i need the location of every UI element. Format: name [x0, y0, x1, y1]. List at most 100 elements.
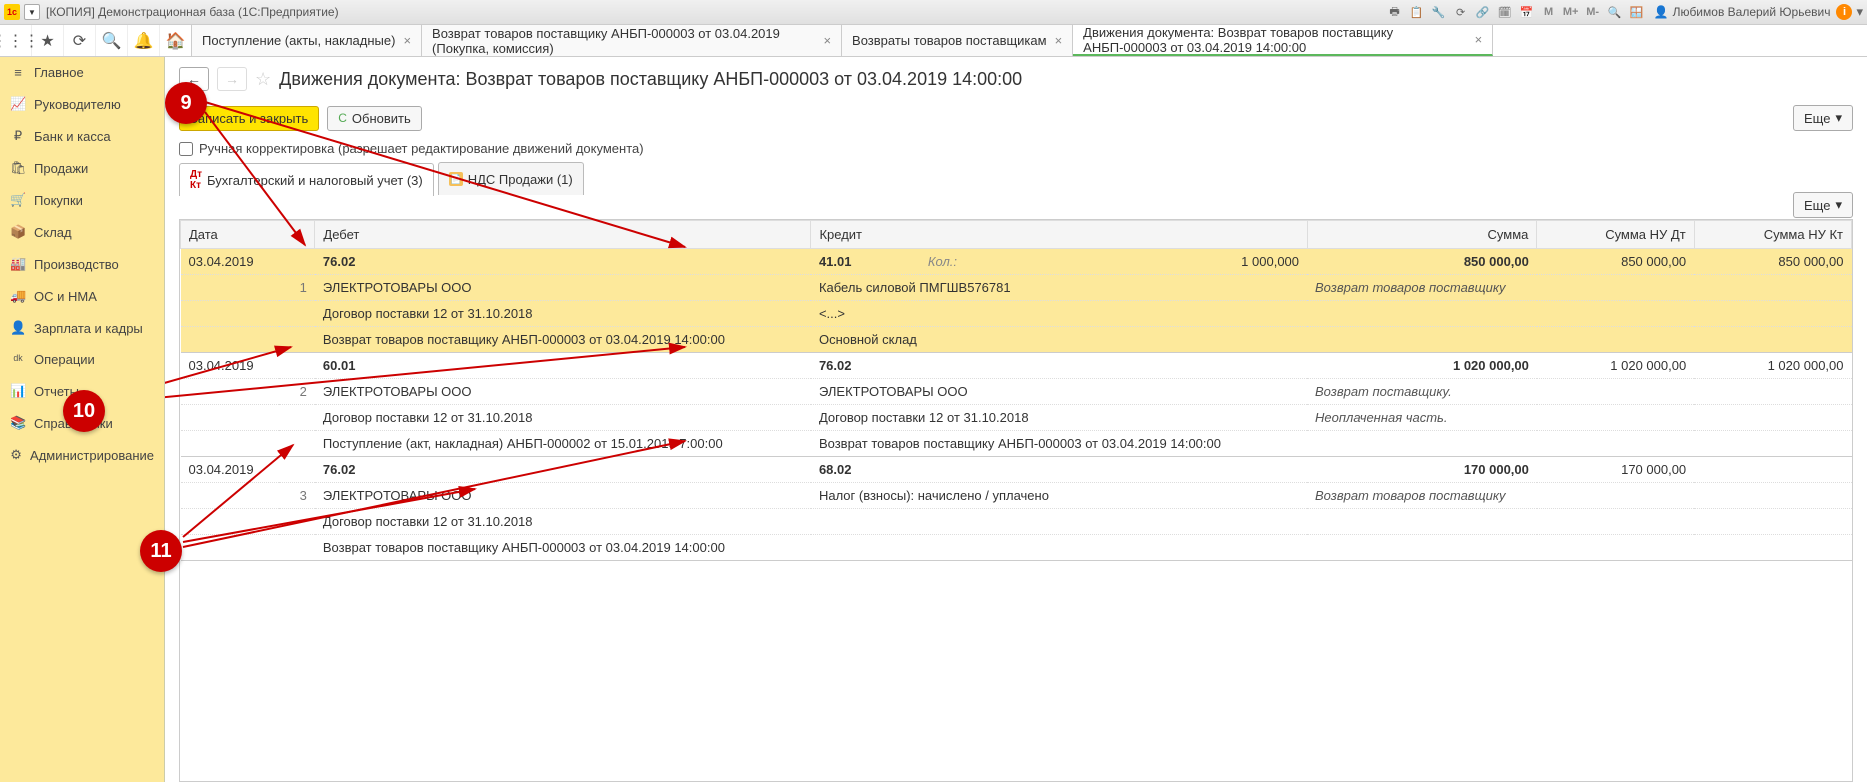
- sidebar-item-12[interactable]: ⚙Администрирование: [0, 439, 164, 471]
- sidebar-icon: 📊: [10, 383, 26, 399]
- sidebar-item-6[interactable]: 🏭Производство: [0, 248, 164, 280]
- refresh-label: Обновить: [352, 111, 411, 126]
- reg-row-1-line1[interactable]: 2 ЭЛЕКТРОТОВАРЫ ООО ЭЛЕКТРОТОВАРЫ ООО Во…: [181, 379, 1852, 405]
- tab-close-icon[interactable]: ×: [1475, 32, 1483, 47]
- tab-label: Поступление (акты, накладные): [202, 33, 395, 48]
- sidebar-label: Главное: [34, 65, 84, 80]
- tab-2[interactable]: Возвраты товаров поставщикам×: [842, 25, 1073, 56]
- sidebar-icon: 👤: [10, 320, 26, 336]
- more-label: Еще: [1804, 111, 1830, 126]
- calc-icon[interactable]: 🗓: [1496, 3, 1514, 21]
- cell-num-gap: [279, 457, 315, 483]
- reg-row-2-line2[interactable]: Договор поставки 12 от 31.10.2018: [181, 509, 1852, 535]
- reg-row-1-line2[interactable]: Договор поставки 12 от 31.10.2018 Догово…: [181, 405, 1852, 431]
- th-credit[interactable]: Кредит: [811, 221, 1307, 249]
- cell-debit-acc: 60.01: [315, 353, 811, 379]
- subtab-1[interactable]: 📄НДС Продажи (1): [438, 162, 584, 195]
- tab-close-icon[interactable]: ×: [403, 33, 411, 48]
- sidebar-item-8[interactable]: 👤Зарплата и кадры: [0, 312, 164, 344]
- reg-row-2-accounts[interactable]: 03.04.2019 76.02 68.02 170 000,00 170 00…: [181, 457, 1852, 483]
- favorites-icon[interactable]: ★: [32, 25, 64, 56]
- subtab-label: Бухгалтерский и налоговый учет (3): [207, 173, 423, 188]
- cell-debit3: Возврат товаров поставщику АНБП-000003 о…: [315, 535, 811, 561]
- table-more-button[interactable]: Еще ▾: [1793, 192, 1853, 218]
- cell-debit3: Поступление (акт, накладная) АНБП-000002…: [315, 431, 811, 457]
- reg-row-0-line2[interactable]: Договор поставки 12 от 31.10.2018 <...>: [181, 301, 1852, 327]
- memory-m-plus[interactable]: М+: [1562, 3, 1580, 21]
- more-button[interactable]: Еще ▾: [1793, 105, 1853, 131]
- memory-m[interactable]: М: [1540, 3, 1558, 21]
- tab-0[interactable]: Поступление (акты, накладные) ×: [192, 25, 422, 56]
- reg-row-0-line3[interactable]: Возврат товаров поставщику АНБП-000003 о…: [181, 327, 1852, 353]
- cell-nukt: [1694, 457, 1851, 483]
- reg-row-2-line3[interactable]: Возврат товаров поставщику АНБП-000003 о…: [181, 535, 1852, 561]
- memory-m-minus[interactable]: М-: [1584, 3, 1602, 21]
- cell-qty: [920, 457, 1307, 483]
- tab-close-icon[interactable]: ×: [823, 33, 831, 48]
- sidebar-item-2[interactable]: ₽Банк и касса: [0, 120, 164, 152]
- reg-row-2-line1[interactable]: 3 ЭЛЕКТРОТОВАРЫ ООО Налог (взносы): начи…: [181, 483, 1852, 509]
- sidebar-item-5[interactable]: 📦Склад: [0, 216, 164, 248]
- calendar-icon[interactable]: 📅: [1518, 3, 1536, 21]
- tab-1[interactable]: Возврат товаров поставщику АНБП-000003 о…: [422, 25, 842, 56]
- reload-icon[interactable]: ⟳: [1452, 3, 1470, 21]
- print-icon[interactable]: 🖶: [1386, 3, 1404, 21]
- nav-forward-button[interactable]: →: [217, 67, 247, 91]
- cell-date: 03.04.2019: [181, 353, 279, 379]
- user-area[interactable]: 👤 Любимов Валерий Юрьевич: [1654, 5, 1831, 19]
- tools-icon[interactable]: 🔧: [1430, 3, 1448, 21]
- th-nukt[interactable]: Сумма НУ Кт: [1694, 221, 1851, 249]
- reg-row-1-line3[interactable]: Поступление (акт, накладная) АНБП-000002…: [181, 431, 1852, 457]
- manual-correction-checkbox[interactable]: [179, 142, 193, 156]
- sidebar-item-9[interactable]: ᵈᵏОперации: [0, 344, 164, 375]
- window-close-icon[interactable]: ▾: [1856, 4, 1863, 20]
- search-icon[interactable]: 🔍: [1606, 3, 1624, 21]
- cell-nukt: 850 000,00: [1694, 249, 1851, 275]
- reg-row-0-accounts[interactable]: 03.04.2019 76.02 41.01 Кол.:1 000,000 85…: [181, 249, 1852, 275]
- apps-icon[interactable]: ⋮⋮⋮: [0, 25, 32, 56]
- cell-comment: Возврат товаров поставщику: [1307, 483, 1537, 509]
- tab-close-icon[interactable]: ×: [1055, 33, 1063, 48]
- info-icon[interactable]: i: [1836, 4, 1852, 20]
- cell-credit2: <...>: [811, 301, 1307, 327]
- clipboard-icon[interactable]: 📋: [1408, 3, 1426, 21]
- sidebar-item-3[interactable]: 🛍Продажи: [0, 152, 164, 184]
- refresh-button[interactable]: С Обновить: [327, 106, 422, 131]
- notifications-icon[interactable]: 🔔: [128, 25, 160, 56]
- history-icon[interactable]: ⟳: [64, 25, 96, 56]
- manual-correction-row: Ручная корректировка (разрешает редактир…: [165, 135, 1867, 162]
- cell-num-gap: [279, 353, 315, 379]
- cell-credit2: Договор поставки 12 от 31.10.2018: [811, 405, 1307, 431]
- cell-qty: Кол.:1 000,000: [920, 249, 1307, 275]
- sidebar-item-0[interactable]: ≡ Главное: [0, 57, 164, 88]
- reg-row-1-accounts[interactable]: 03.04.2019 60.01 76.02 1 020 000,00 1 02…: [181, 353, 1852, 379]
- cell-credit3: [811, 535, 1307, 561]
- th-nudt[interactable]: Сумма НУ Дт: [1537, 221, 1694, 249]
- cell-debit2: Договор поставки 12 от 31.10.2018: [315, 509, 811, 535]
- sidebar-icon: ≡: [10, 65, 26, 80]
- subtab-0[interactable]: ДтКтБухгалтерский и налоговый учет (3): [179, 163, 434, 196]
- cell-n: 3: [279, 483, 315, 509]
- th-debit[interactable]: Дебет: [315, 221, 811, 249]
- sidebar-item-1[interactable]: 📈Руководителю: [0, 88, 164, 120]
- favorite-star-icon[interactable]: ☆: [255, 69, 271, 90]
- vat-icon: 📄: [449, 172, 463, 186]
- sidebar-icon: 📦: [10, 224, 26, 240]
- sidebar-item-4[interactable]: 🛒Покупки: [0, 184, 164, 216]
- window-icon[interactable]: 🪟: [1628, 3, 1646, 21]
- home-icon[interactable]: 🏠: [160, 25, 192, 56]
- th-sum[interactable]: Сумма: [1307, 221, 1537, 249]
- cell-nudt: 1 020 000,00: [1537, 353, 1694, 379]
- sidebar-icon: 🛍: [10, 160, 26, 176]
- cell-empty: [181, 379, 279, 405]
- page-header: ← → ☆ Движения документа: Возврат товаро…: [165, 57, 1867, 101]
- callout-9: 9: [165, 82, 207, 124]
- link-icon[interactable]: 🔗: [1474, 3, 1492, 21]
- app-menu-dropdown[interactable]: ▼: [24, 4, 40, 20]
- th-date[interactable]: Дата: [181, 221, 315, 249]
- reg-row-0-line1[interactable]: 1 ЭЛЕКТРОТОВАРЫ ООО Кабель силовой ПМГШВ…: [181, 275, 1852, 301]
- sidebar-item-7[interactable]: 🚚ОС и НМА: [0, 280, 164, 312]
- search-toolbar-icon[interactable]: 🔍: [96, 25, 128, 56]
- person-icon: 👤: [1654, 5, 1669, 19]
- tab-3[interactable]: Движения документа: Возврат товаров пост…: [1073, 25, 1493, 56]
